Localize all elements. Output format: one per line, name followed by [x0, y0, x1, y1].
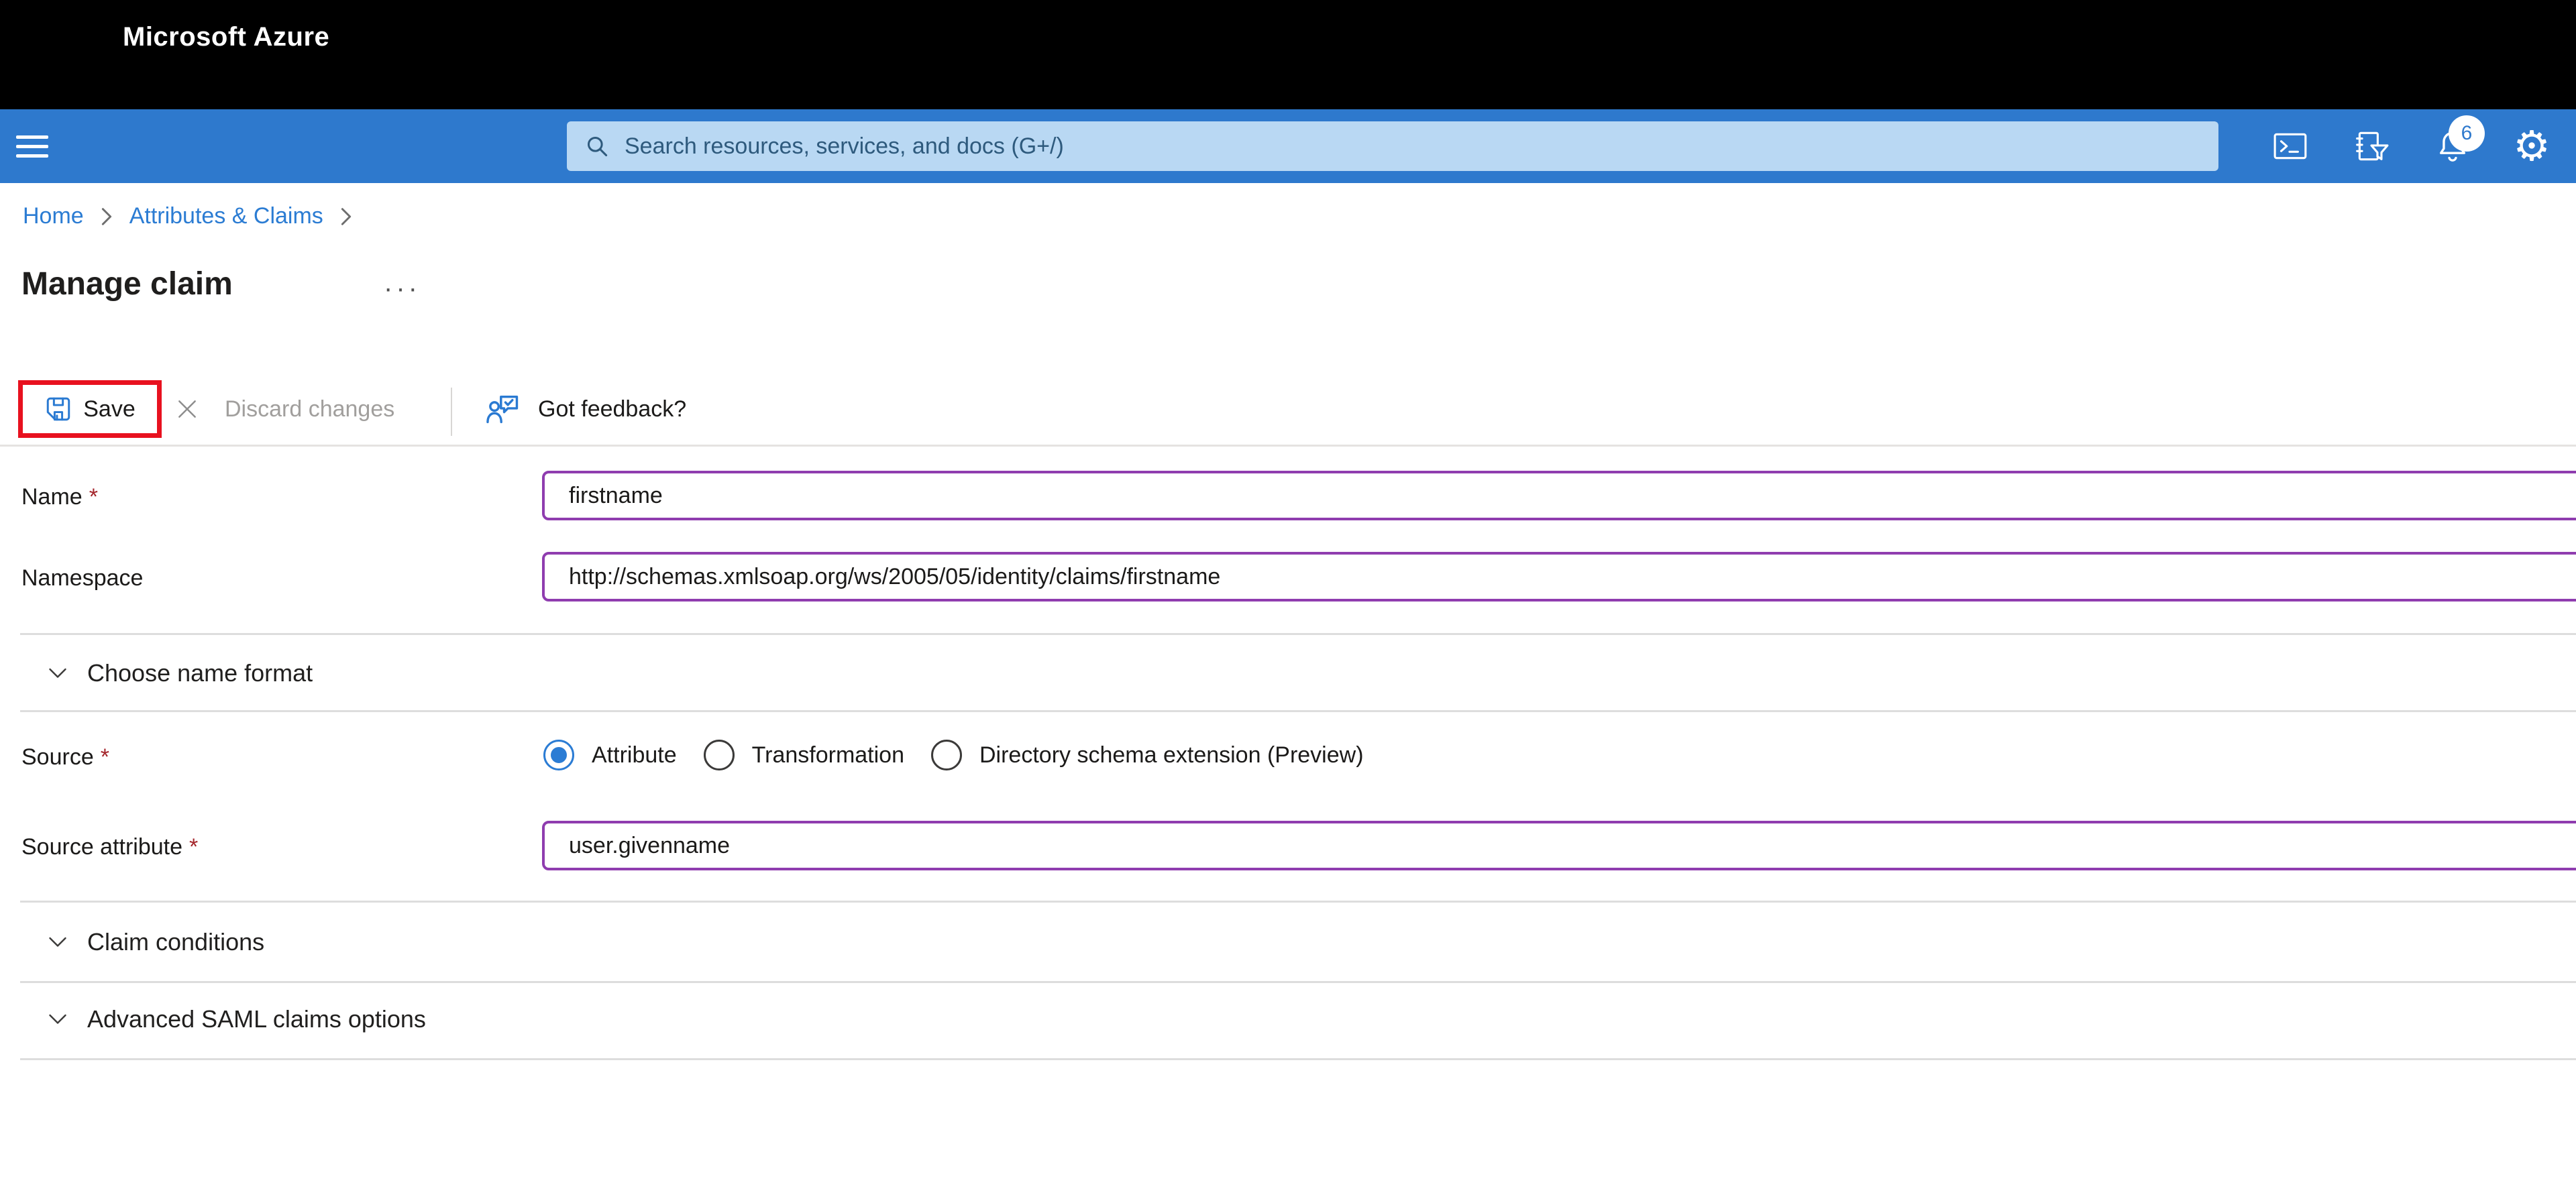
more-options-button[interactable]: ···: [384, 274, 421, 304]
cloud-shell-icon[interactable]: [2271, 109, 2309, 183]
discard-x-icon: [178, 400, 196, 418]
feedback-label: Got feedback?: [538, 396, 687, 422]
hamburger-menu-icon[interactable]: [16, 109, 50, 183]
section-divider: [20, 901, 2576, 903]
save-icon: [47, 397, 70, 421]
source-label: Source *: [21, 744, 109, 770]
claim-conditions-section[interactable]: Claim conditions: [0, 921, 2576, 963]
radio-selected-icon[interactable]: [543, 740, 574, 770]
section-divider: [20, 981, 2576, 983]
breadcrumb-home-link[interactable]: Home: [23, 203, 84, 229]
name-input[interactable]: [542, 471, 2576, 520]
advanced-saml-claims-options-section[interactable]: Advanced SAML claims options: [0, 998, 2576, 1040]
choose-name-format-section[interactable]: Choose name format: [0, 652, 2576, 694]
page-title: Manage claim: [21, 266, 233, 302]
save-highlight-box: Save: [18, 380, 162, 438]
section-divider: [20, 1058, 2576, 1060]
settings-gear-icon[interactable]: ⚙: [2512, 109, 2552, 183]
save-label: Save: [83, 396, 136, 422]
chevron-right-icon: [339, 207, 353, 227]
feedback-person-icon: [486, 395, 519, 424]
save-button[interactable]: Save: [44, 395, 136, 423]
chevron-down-icon: [49, 1014, 66, 1024]
got-feedback-button[interactable]: Got feedback?: [484, 384, 686, 435]
section-label: Choose name format: [87, 659, 313, 687]
chevron-down-icon: [49, 668, 66, 678]
notification-count-badge: 6: [2449, 115, 2485, 152]
radio-unselected-icon[interactable]: [703, 740, 735, 770]
toolbar-bottom-divider: [0, 445, 2576, 447]
namespace-label: Namespace: [21, 565, 144, 591]
breadcrumb: Home Attributes & Claims: [23, 203, 353, 229]
required-asterisk: *: [89, 484, 98, 510]
radio-unselected-icon[interactable]: [931, 740, 962, 770]
name-label: Name *: [21, 484, 98, 510]
global-search[interactable]: [567, 121, 2218, 171]
brand-title: Microsoft Azure: [123, 21, 330, 52]
discard-label: Discard changes: [225, 396, 395, 422]
section-label: Advanced SAML claims options: [87, 1005, 426, 1033]
section-divider: [20, 633, 2576, 635]
toolbar-divider: [451, 388, 452, 436]
radio-option-attribute[interactable]: Attribute: [543, 740, 677, 770]
source-radio-group: Attribute Transformation Directory schem…: [543, 740, 1364, 770]
search-icon: [587, 136, 608, 157]
chevron-down-icon: [49, 937, 66, 947]
chevron-right-icon: [100, 207, 113, 227]
top-black-bar: [0, 0, 2576, 109]
discard-changes-button[interactable]: Discard changes: [174, 386, 394, 433]
directory-filter-icon[interactable]: [2352, 109, 2390, 183]
breadcrumb-parent-link[interactable]: Attributes & Claims: [129, 203, 323, 229]
section-label: Claim conditions: [87, 928, 265, 956]
radio-option-directory-schema-extension[interactable]: Directory schema extension (Preview): [931, 740, 1364, 770]
source-attribute-input[interactable]: [542, 821, 2576, 870]
required-asterisk: *: [100, 744, 109, 770]
namespace-input[interactable]: [542, 552, 2576, 602]
search-input[interactable]: [610, 121, 2218, 171]
required-asterisk: *: [189, 834, 199, 860]
radio-option-transformation[interactable]: Transformation: [703, 740, 904, 770]
section-divider: [20, 710, 2576, 712]
source-attribute-label: Source attribute *: [21, 834, 199, 860]
